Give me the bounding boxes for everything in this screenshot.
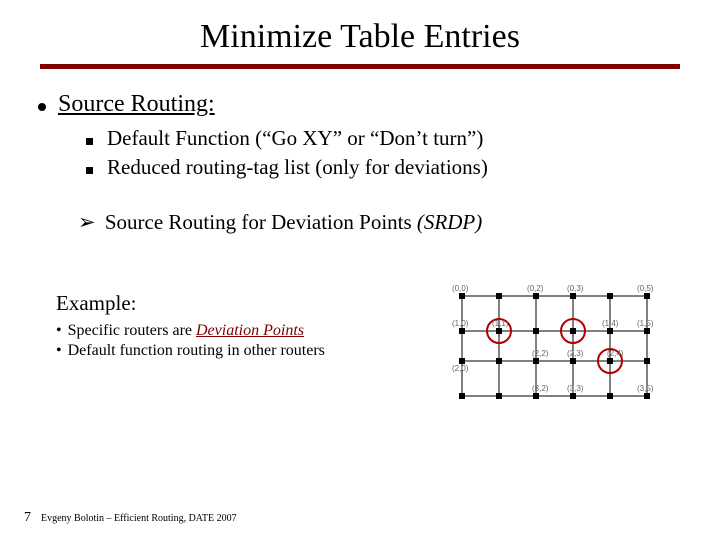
svg-text:(0,5): (0,5) (637, 284, 654, 293)
example-item-text: Specific routers are Deviation Points (68, 322, 304, 340)
example-item-text: Default function routing in other router… (68, 342, 325, 360)
svg-text:(3,2): (3,2) (532, 384, 549, 393)
text-fragment: Specific routers are (68, 322, 196, 339)
srdp-text: Source Routing for Deviation Points (105, 210, 417, 234)
example-label: Example: (56, 291, 437, 316)
bullet-dot-icon: • (56, 343, 62, 359)
square-bullet-icon (86, 167, 93, 174)
deviation-points-term: Deviation Points (196, 322, 304, 339)
sub-bullet-list: Default Function (“Go XY” or “Don’t turn… (86, 126, 682, 180)
example-item-default: • Default function routing in other rout… (56, 342, 437, 360)
slide-footer: 7 Evgeny Bolotin – Efficient Routing, DA… (24, 510, 237, 526)
svg-text:(0,3): (0,3) (567, 284, 584, 293)
srdp-line: ➢ Source Routing for Deviation Points (S… (78, 210, 682, 235)
slide-body: Source Routing: Default Function (“Go XY… (0, 69, 720, 406)
bullet-dot-icon (38, 103, 46, 111)
square-bullet-icon (86, 138, 93, 145)
svg-text:(3,3): (3,3) (567, 384, 584, 393)
svg-text:(2,4): (2,4) (607, 349, 624, 358)
svg-text:(1,1): (1,1) (492, 319, 509, 328)
svg-text:(2,2): (2,2) (532, 349, 549, 358)
footer-citation: Evgeny Bolotin – Efficient Routing, DATE… (41, 513, 237, 524)
svg-text:(0,2): (0,2) (527, 284, 544, 293)
svg-text:(1,0): (1,0) (452, 319, 469, 328)
example-block: Example: • Specific routers are Deviatio… (38, 291, 682, 406)
sub-bullet-text: Default Function (“Go XY” or “Don’t turn… (107, 126, 483, 151)
bullet-source-routing: Source Routing: (38, 91, 682, 118)
sub-bullet-text: Reduced routing-tag list (only for devia… (107, 155, 488, 180)
svg-text:(1,5): (1,5) (637, 319, 654, 328)
arrow-icon: ➢ (78, 211, 96, 234)
heading-text: Source Routing: (58, 91, 215, 118)
bullet-dot-icon: • (56, 323, 62, 339)
sub-bullet-reduced-tag: Reduced routing-tag list (only for devia… (86, 155, 682, 180)
svg-text:(0,0): (0,0) (452, 284, 469, 293)
example-text-column: Example: • Specific routers are Deviatio… (38, 291, 437, 362)
svg-text:(2,3): (2,3) (567, 349, 584, 358)
srdp-acronym: (SRDP) (417, 210, 482, 234)
router-grid-diagram: (0,0) (0,2) (0,3) (0,5) (1,0) (1,1) (1,4) (1,5)… (437, 271, 672, 406)
example-item-deviation: • Specific routers are Deviation Points (56, 322, 437, 340)
sub-bullet-default-function: Default Function (“Go XY” or “Don’t turn… (86, 126, 682, 151)
svg-text:(1,4): (1,4) (602, 319, 619, 328)
svg-text:(2,0): (2,0) (452, 364, 469, 373)
page-number: 7 (24, 510, 31, 526)
slide-title: Minimize Table Entries (0, 0, 720, 64)
svg-text:(3,5): (3,5) (637, 384, 654, 393)
